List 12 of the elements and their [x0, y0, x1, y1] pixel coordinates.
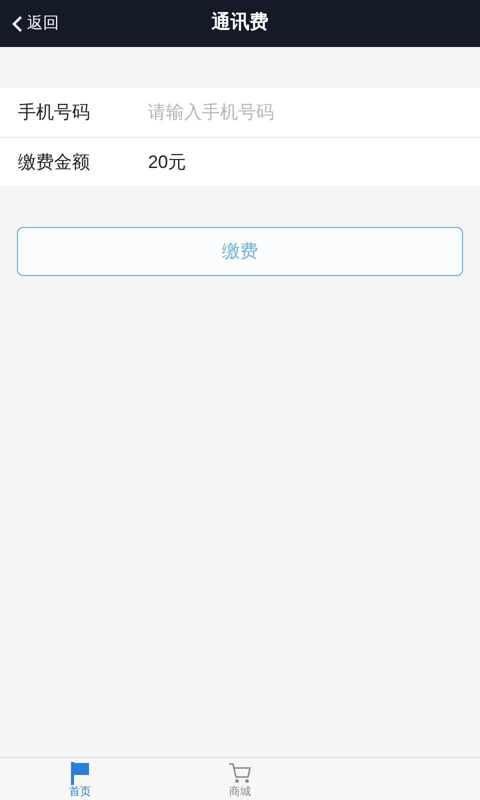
flag-icon	[68, 760, 92, 784]
cart-icon	[228, 760, 252, 784]
tab[interactable]: 商城	[160, 758, 320, 800]
tab[interactable]: 首页	[0, 758, 160, 800]
phone-input-field[interactable]: 请输入手机号码	[148, 88, 480, 137]
page-title: 通讯费	[212, 10, 268, 36]
back-button[interactable]: 返回	[0, 12, 59, 36]
back-icon	[12, 14, 23, 32]
field-label: 缴费金额	[0, 138, 148, 186]
field-label: 手机号码	[0, 88, 148, 137]
pay-button[interactable]: 缴费	[17, 227, 463, 276]
amount-field[interactable]: 20元	[148, 138, 480, 186]
